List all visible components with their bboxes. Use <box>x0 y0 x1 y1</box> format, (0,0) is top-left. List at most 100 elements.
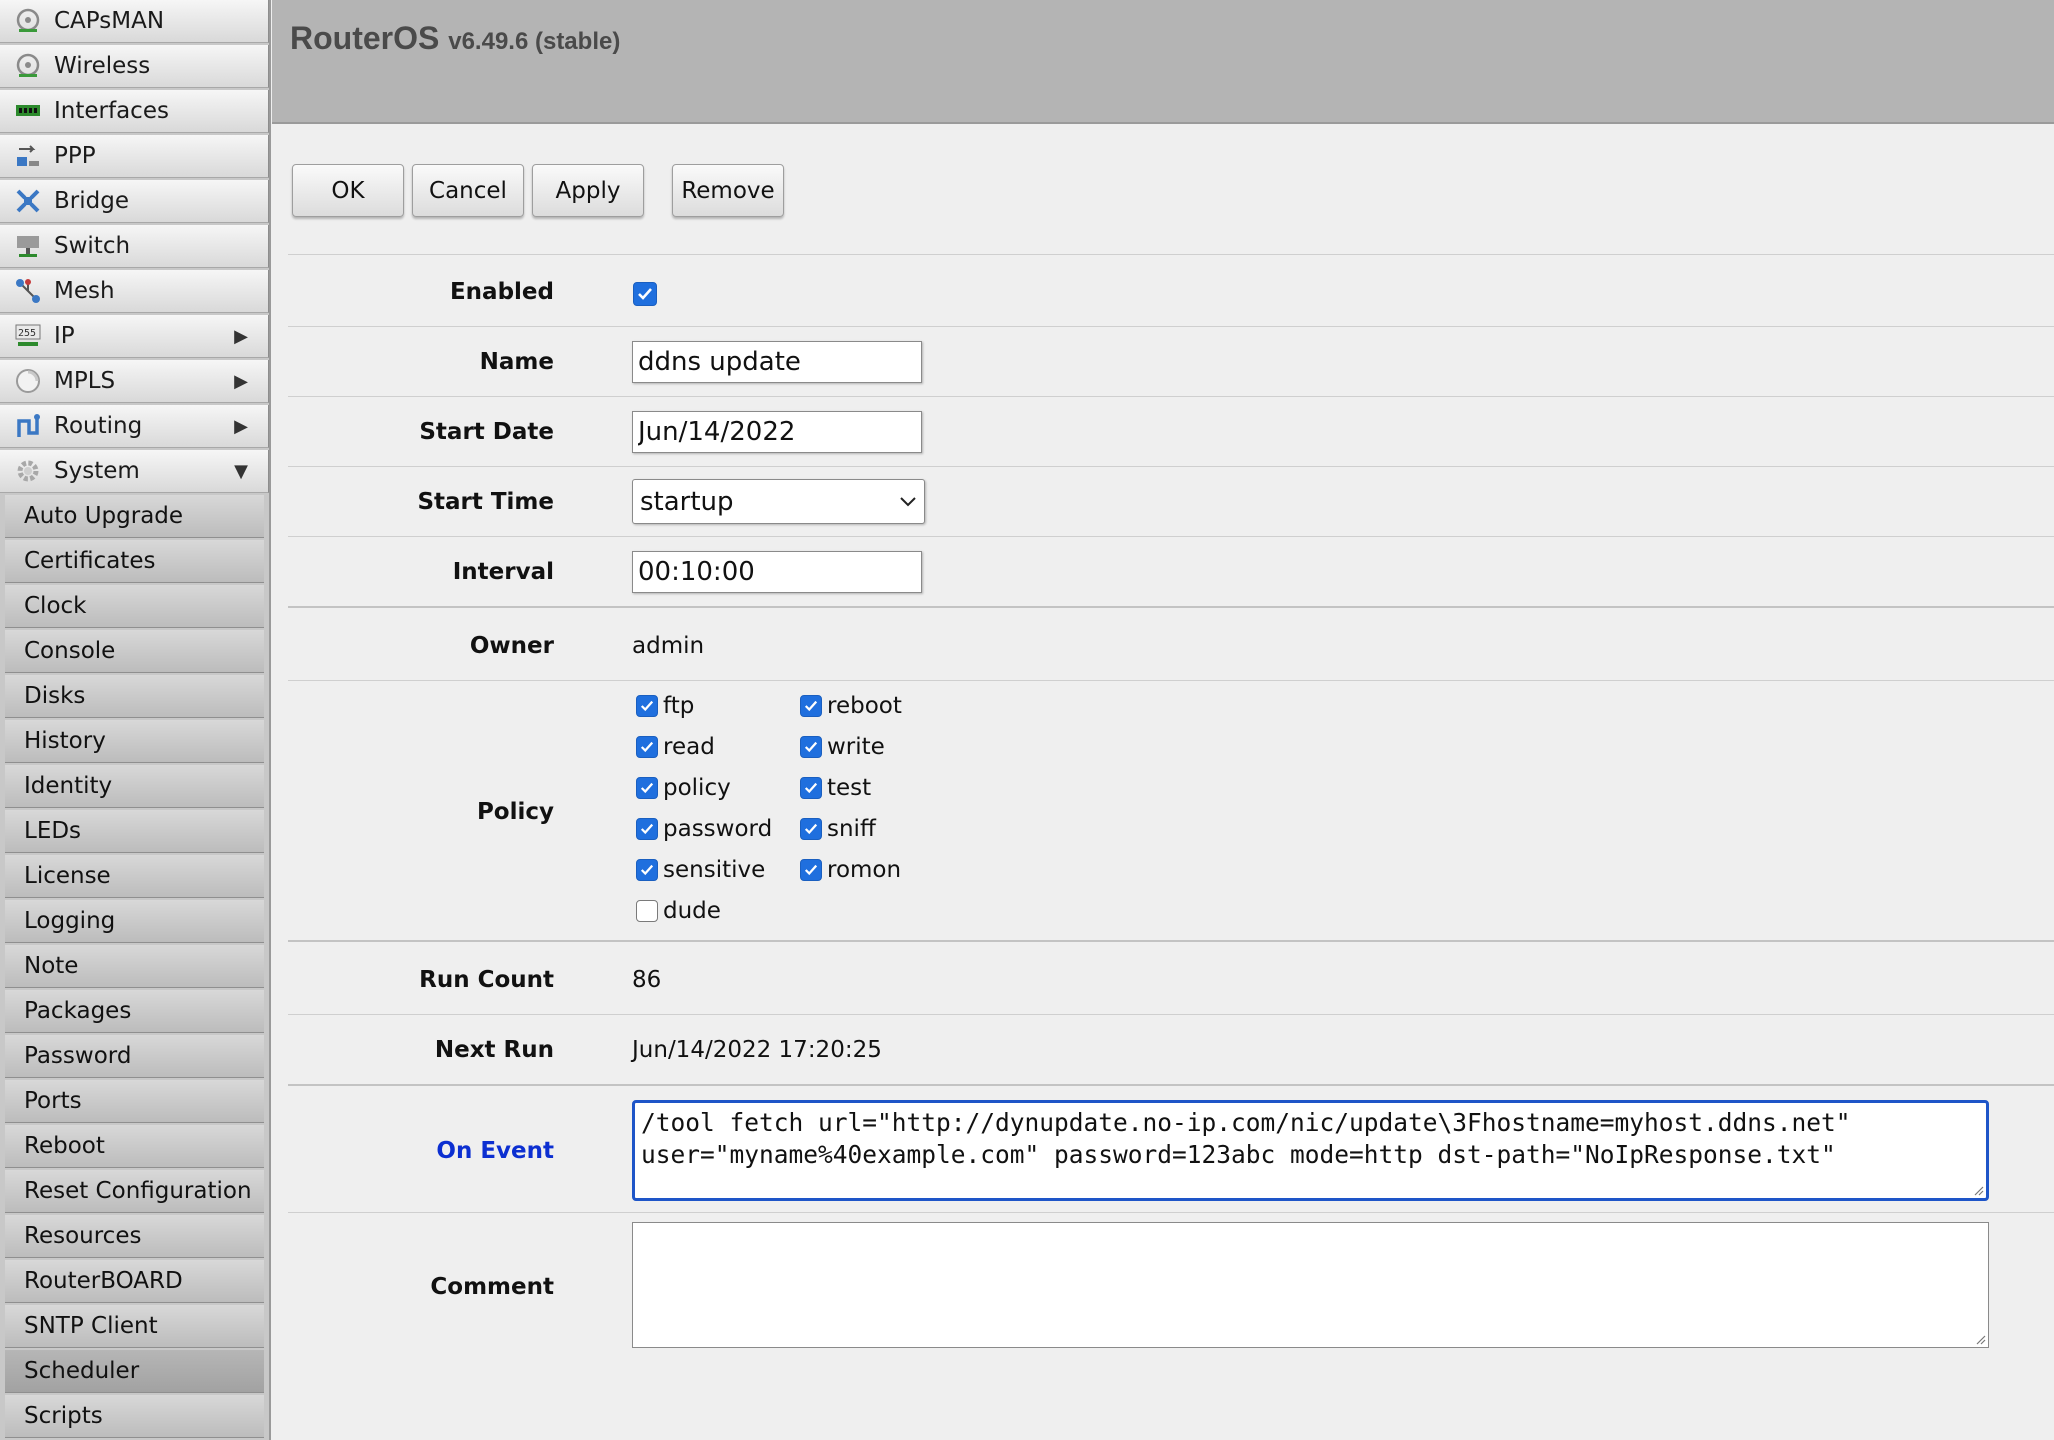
interval-field[interactable] <box>632 551 922 593</box>
submenu-item-password[interactable]: Password <box>5 1035 264 1078</box>
name-field[interactable] <box>632 341 922 383</box>
sidebar-item-system[interactable]: System ▼ <box>0 450 269 493</box>
submenu-item-clock[interactable]: Clock <box>5 585 264 628</box>
policy-reboot-option[interactable]: reboot <box>800 693 902 719</box>
sidebar-item-label: CAPsMAN <box>54 8 165 34</box>
sidebar-item-ppp[interactable]: PPP <box>0 135 269 178</box>
submenu-arrow-icon: ▶ <box>234 325 248 347</box>
submenu-item-routerboard[interactable]: RouterBOARD <box>5 1260 264 1303</box>
divider <box>288 1084 2054 1086</box>
start-date-field[interactable] <box>632 411 922 453</box>
sidebar-item-mpls[interactable]: MPLS ▶ <box>0 360 269 403</box>
name-label: Name <box>479 349 554 375</box>
submenu-item-sntp-client[interactable]: SNTP Client <box>5 1305 264 1348</box>
submenu-item-disks[interactable]: Disks <box>5 675 264 718</box>
sidebar-item-interfaces[interactable]: Interfaces <box>0 90 269 133</box>
policy-policy-checkbox[interactable] <box>636 777 658 799</box>
routing-icon <box>14 412 42 440</box>
ok-button[interactable]: OK <box>292 164 404 217</box>
policy-ftp-label: ftp <box>663 693 695 719</box>
enabled-checkbox[interactable] <box>633 282 657 306</box>
policy-policy-option[interactable]: policy <box>636 775 731 801</box>
policy-write-option[interactable]: write <box>800 734 885 760</box>
policy-romon-option[interactable]: romon <box>800 857 901 883</box>
start-date-label: Start Date <box>419 419 554 445</box>
divider <box>288 606 2054 608</box>
resize-handle-icon[interactable] <box>1974 1333 1986 1345</box>
policy-test-option[interactable]: test <box>800 775 871 801</box>
submenu-item-scheduler[interactable]: Scheduler <box>5 1350 264 1393</box>
system-gear-icon <box>14 457 42 485</box>
policy-password-checkbox[interactable] <box>636 818 658 840</box>
run-count-value: 86 <box>632 967 662 993</box>
policy-sniff-label: sniff <box>827 816 876 842</box>
policy-test-checkbox[interactable] <box>800 777 822 799</box>
sidebar-item-bridge[interactable]: Bridge <box>0 180 269 223</box>
on-event-line-2: user="myname%40example.com" password=123… <box>641 1140 1836 1169</box>
on-event-textarea[interactable]: /tool fetch url="http://dynupdate.no-ip.… <box>632 1100 1989 1201</box>
policy-dude-option[interactable]: dude <box>636 898 721 924</box>
submenu-item-packages[interactable]: Packages <box>5 990 264 1033</box>
policy-romon-checkbox[interactable] <box>800 859 822 881</box>
apply-button[interactable]: Apply <box>532 164 644 217</box>
capsman-icon <box>14 7 42 35</box>
policy-read-label: read <box>663 734 715 760</box>
sidebar-item-switch[interactable]: Switch <box>0 225 269 268</box>
checkmark-icon <box>640 823 654 835</box>
submenu-item-license[interactable]: License <box>5 855 264 898</box>
sidebar-item-label: System <box>54 458 140 484</box>
sidebar-item-wireless[interactable]: Wireless <box>0 45 269 88</box>
sidebar-item-mesh[interactable]: Mesh <box>0 270 269 313</box>
cancel-button[interactable]: Cancel <box>412 164 524 217</box>
submenu-arrow-icon: ▶ <box>234 415 248 437</box>
bridge-icon <box>14 187 42 215</box>
run-count-label: Run Count <box>419 967 554 993</box>
submenu-item-reboot[interactable]: Reboot <box>5 1125 264 1168</box>
policy-sniff-option[interactable]: sniff <box>800 816 876 842</box>
submenu-item-auto-upgrade[interactable]: Auto Upgrade <box>5 495 264 538</box>
policy-sensitive-option[interactable]: sensitive <box>636 857 765 883</box>
checkmark-icon <box>640 782 654 794</box>
sidebar-item-routing[interactable]: Routing ▶ <box>0 405 269 448</box>
app-title: RouterOS v6.49.6 (stable) <box>290 20 620 57</box>
policy-read-checkbox[interactable] <box>636 736 658 758</box>
sidebar-item-label: IP <box>54 323 75 349</box>
submenu-expanded-arrow-icon: ▼ <box>234 460 248 482</box>
checkmark-icon <box>804 864 818 876</box>
resize-handle-icon[interactable] <box>1972 1184 1984 1196</box>
sidebar-item-ip[interactable]: 255 IP ▶ <box>0 315 269 358</box>
submenu-item-leds[interactable]: LEDs <box>5 810 264 853</box>
next-run-label: Next Run <box>434 1037 554 1063</box>
divider <box>288 680 2054 681</box>
submenu-item-scripts[interactable]: Scripts <box>5 1395 264 1438</box>
svg-text:255: 255 <box>18 328 36 339</box>
start-time-select[interactable]: startup <box>632 479 925 524</box>
submenu-item-logging[interactable]: Logging <box>5 900 264 943</box>
policy-sniff-checkbox[interactable] <box>800 818 822 840</box>
sidebar-item-capsman[interactable]: CAPsMAN <box>0 0 269 43</box>
divider <box>288 396 2054 397</box>
policy-policy-label: policy <box>663 775 731 801</box>
policy-sensitive-checkbox[interactable] <box>636 859 658 881</box>
submenu-item-resources[interactable]: Resources <box>5 1215 264 1258</box>
submenu-item-history[interactable]: History <box>5 720 264 763</box>
submenu-item-note[interactable]: Note <box>5 945 264 988</box>
comment-textarea[interactable] <box>632 1222 1989 1348</box>
policy-ftp-checkbox[interactable] <box>636 695 658 717</box>
remove-button[interactable]: Remove <box>672 164 784 217</box>
submenu-item-console[interactable]: Console <box>5 630 264 673</box>
policy-read-option[interactable]: read <box>636 734 715 760</box>
interfaces-icon <box>14 97 42 125</box>
policy-write-checkbox[interactable] <box>800 736 822 758</box>
start-time-value: startup <box>640 486 734 517</box>
submenu-item-certificates[interactable]: Certificates <box>5 540 264 583</box>
owner-value: admin <box>632 633 705 659</box>
policy-ftp-option[interactable]: ftp <box>636 693 694 719</box>
submenu-item-reset-configuration[interactable]: Reset Configuration <box>5 1170 264 1213</box>
system-submenu: Auto Upgrade Certificates Clock Console … <box>5 495 264 1438</box>
submenu-item-ports[interactable]: Ports <box>5 1080 264 1123</box>
policy-password-option[interactable]: password <box>636 816 772 842</box>
submenu-item-identity[interactable]: Identity <box>5 765 264 808</box>
policy-dude-checkbox[interactable] <box>636 900 658 922</box>
policy-reboot-checkbox[interactable] <box>800 695 822 717</box>
